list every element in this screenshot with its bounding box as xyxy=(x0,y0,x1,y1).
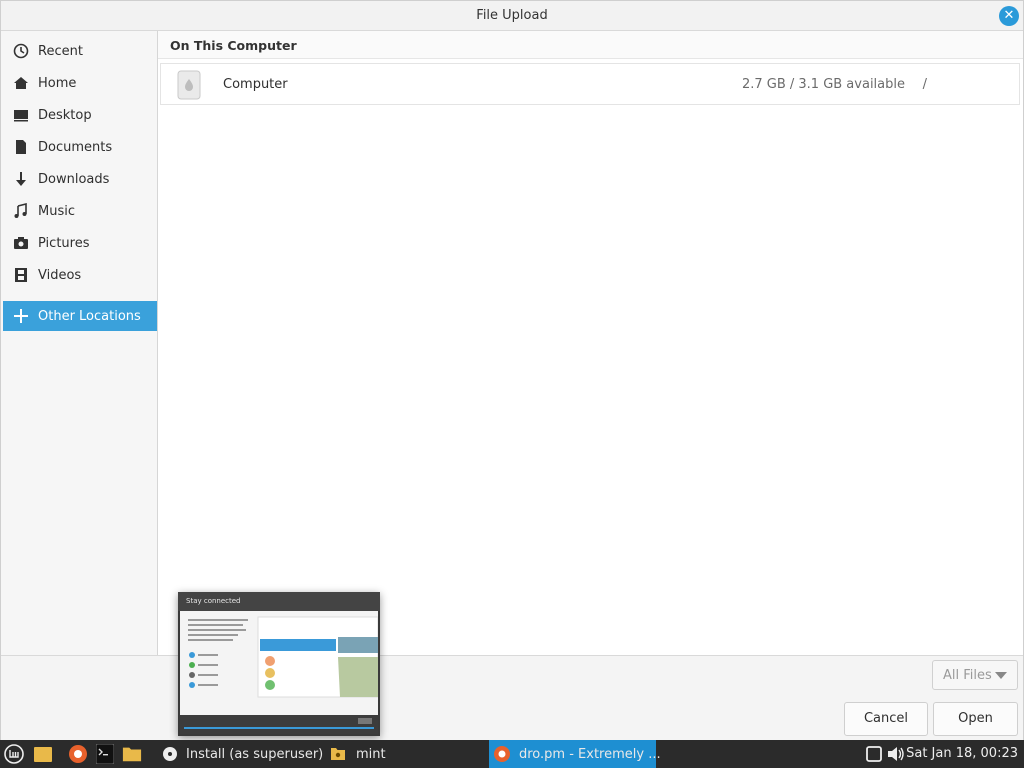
location-name: Computer xyxy=(223,77,288,92)
window-title: File Upload xyxy=(476,8,548,23)
sidebar-item-downloads[interactable]: Downloads xyxy=(3,164,157,194)
volume-icon xyxy=(886,744,906,764)
close-icon: ✕ xyxy=(1003,8,1015,23)
browser-icon xyxy=(493,744,511,764)
sidebar-item-pictures[interactable]: Pictures xyxy=(3,228,157,258)
film-icon xyxy=(12,266,30,284)
terminal-launcher[interactable] xyxy=(95,740,115,768)
firefox-launcher[interactable] xyxy=(68,740,88,768)
location-available: 2.7 GB / 3.1 GB available xyxy=(741,77,905,92)
sidebar-item-label: Recent xyxy=(38,43,83,59)
plus-icon xyxy=(12,307,30,325)
folder-launcher[interactable] xyxy=(122,740,142,768)
clock-icon xyxy=(12,42,30,60)
sidebar-item-home[interactable]: Home xyxy=(3,68,157,98)
folder-icon xyxy=(33,744,53,764)
locations-view: On This Computer Computer 2.7 GB / 3.1 G… xyxy=(158,31,1023,655)
task-mint-folder[interactable]: mint xyxy=(324,740,484,768)
volume-indicator[interactable] xyxy=(886,740,906,768)
disc-icon xyxy=(162,744,178,764)
task-label: mint xyxy=(356,746,386,762)
location-row-computer[interactable]: Computer 2.7 GB / 3.1 GB available / xyxy=(160,63,1020,105)
dialog-footer: All Files Cancel Open xyxy=(1,655,1023,741)
close-button[interactable]: ✕ xyxy=(999,6,1019,26)
home-icon xyxy=(12,74,30,92)
music-icon xyxy=(12,202,30,220)
sidebar-item-label: Pictures xyxy=(38,235,90,251)
sidebar-item-label: Documents xyxy=(38,139,113,155)
mint-logo-icon xyxy=(4,744,24,764)
chevron-down-icon xyxy=(995,672,1007,679)
clock[interactable]: Sat Jan 18, 00:23 xyxy=(906,746,1018,761)
sidebar-item-other-locations[interactable]: Other Locations xyxy=(3,301,157,331)
sidebar-item-desktop[interactable]: Desktop xyxy=(3,100,157,130)
task-label: Install (as superuser) xyxy=(186,746,324,762)
taskbar: Install (as superuser) mint dro.pm - Ext… xyxy=(0,740,1024,768)
sidebar-item-label: Desktop xyxy=(38,107,92,123)
document-icon xyxy=(12,138,30,156)
sidebar-item-label: Home xyxy=(38,75,77,91)
sidebar-item-label: Music xyxy=(38,203,75,219)
sidebar-item-label: Videos xyxy=(38,267,82,283)
drive-icon xyxy=(177,70,201,100)
places-sidebar: Recent Home Desktop Documents Downloads xyxy=(1,31,158,655)
folder-icon xyxy=(122,744,142,764)
network-icon xyxy=(864,744,884,764)
sidebar-item-videos[interactable]: Videos xyxy=(3,260,157,290)
camera-icon xyxy=(12,234,30,252)
open-button[interactable]: Open xyxy=(933,702,1018,736)
sidebar-item-label: Downloads xyxy=(38,171,110,187)
location-path: / xyxy=(922,77,927,92)
preview-content xyxy=(180,611,379,715)
window-preview-thumbnail[interactable]: Stay connected xyxy=(178,592,380,736)
sidebar-item-recent[interactable]: Recent xyxy=(3,36,157,66)
folder-icon xyxy=(328,744,348,764)
files-launcher[interactable] xyxy=(33,740,53,768)
title-bar[interactable]: File Upload ✕ xyxy=(1,1,1023,31)
section-title: On This Computer xyxy=(158,31,1023,59)
preview-title: Stay connected xyxy=(178,592,380,611)
file-type-filter[interactable]: All Files xyxy=(932,660,1018,690)
desktop-icon xyxy=(12,106,30,124)
file-upload-dialog: File Upload ✕ Recent Home Desktop Docume… xyxy=(0,0,1024,741)
network-indicator[interactable] xyxy=(864,740,884,768)
download-icon xyxy=(12,170,30,188)
terminal-icon xyxy=(95,744,115,764)
firefox-icon xyxy=(68,744,88,764)
task-browser[interactable]: dro.pm - Extremely ... xyxy=(489,740,661,768)
sidebar-item-label: Other Locations xyxy=(38,308,141,324)
task-label: dro.pm - Extremely ... xyxy=(519,746,661,762)
sidebar-item-documents[interactable]: Documents xyxy=(3,132,157,162)
preview-footer xyxy=(180,715,378,734)
task-install[interactable]: Install (as superuser) xyxy=(158,740,323,768)
menu-button[interactable] xyxy=(4,740,24,768)
cancel-button[interactable]: Cancel xyxy=(844,702,928,736)
filter-value: All Files xyxy=(943,668,992,683)
sidebar-item-music[interactable]: Music xyxy=(3,196,157,226)
